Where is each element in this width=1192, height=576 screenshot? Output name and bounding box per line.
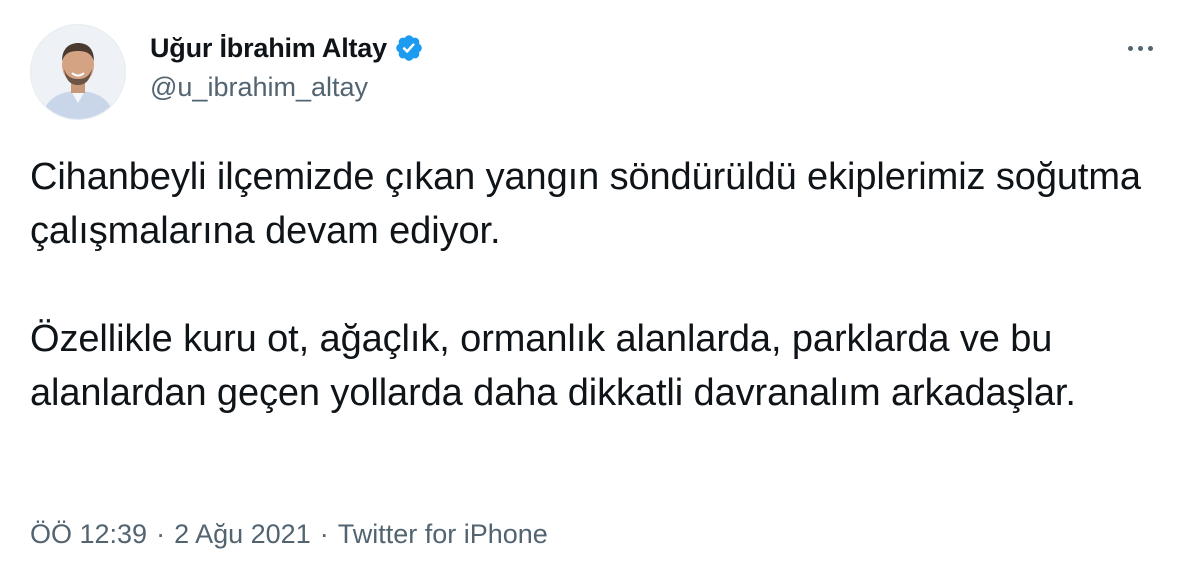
tweet-time[interactable]: ÖÖ 12:39 bbox=[30, 519, 147, 550]
meta-separator: · bbox=[319, 519, 329, 549]
tweet-paragraph: Özellikle kuru ot, ağaçlık, ormanlık ala… bbox=[30, 318, 1076, 414]
tweet-date[interactable]: 2 Ağu 2021 bbox=[174, 519, 311, 550]
tweet-metadata: ÖÖ 12:39 · 2 Ağu 2021 · Twitter for iPho… bbox=[30, 519, 548, 550]
author-handle[interactable]: @u_ibrahim_altay bbox=[150, 72, 424, 103]
meta-separator: · bbox=[156, 519, 166, 549]
author-display-name[interactable]: Uğur İbrahim Altay bbox=[150, 33, 387, 64]
tweet-paragraph: Cihanbeyli ilçemizde çıkan yangın söndür… bbox=[30, 156, 1141, 252]
verified-badge-icon bbox=[394, 33, 424, 63]
author-name-row: Uğur İbrahim Altay bbox=[150, 30, 424, 66]
author-avatar[interactable] bbox=[30, 24, 126, 120]
tweet-card: Uğur İbrahim Altay @u_ibrahim_altay Ciha… bbox=[0, 0, 1192, 576]
more-dot-icon bbox=[1127, 45, 1133, 51]
tweet-text: Cihanbeyli ilçemizde çıkan yangın söndür… bbox=[30, 150, 1170, 420]
tweet-source[interactable]: Twitter for iPhone bbox=[338, 519, 548, 550]
more-dot-icon bbox=[1137, 45, 1143, 51]
more-dot-icon bbox=[1147, 45, 1153, 51]
avatar-image bbox=[31, 25, 125, 119]
author-info: Uğur İbrahim Altay @u_ibrahim_altay bbox=[150, 30, 424, 103]
more-options-button[interactable] bbox=[1118, 34, 1162, 62]
